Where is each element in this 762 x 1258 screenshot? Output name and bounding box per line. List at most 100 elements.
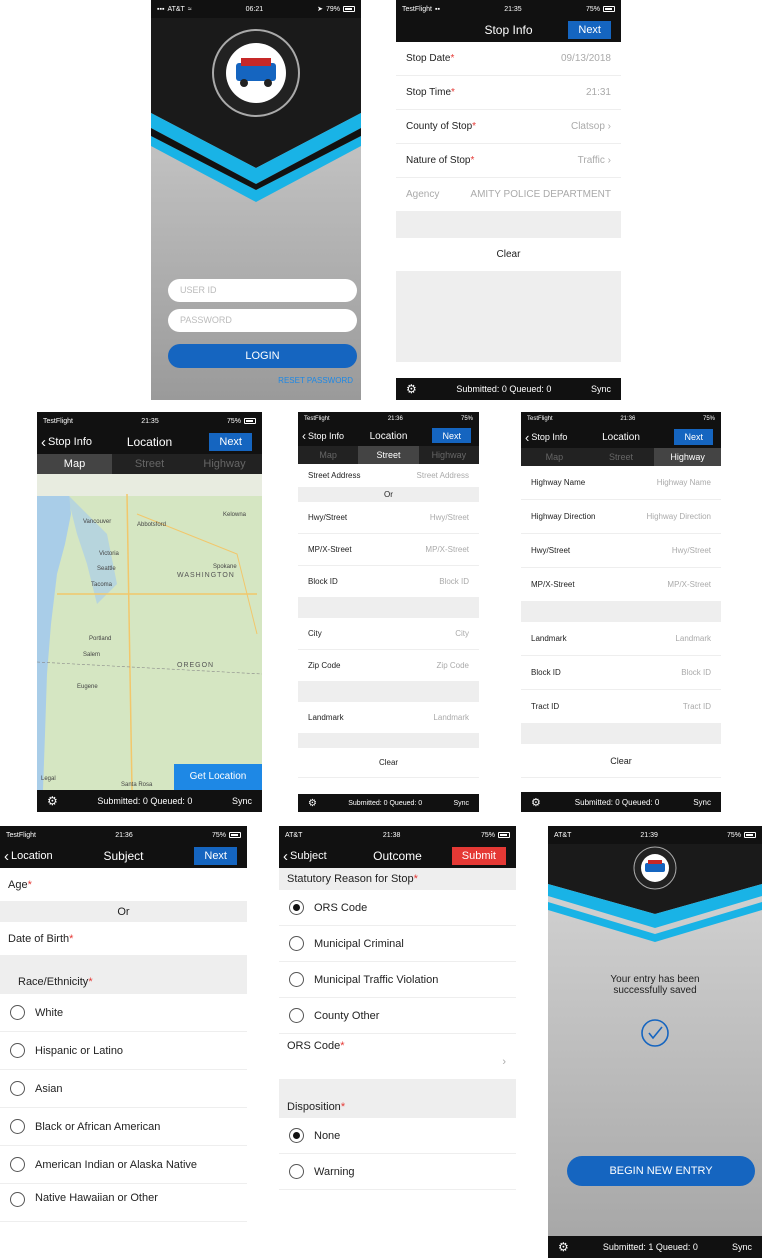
race-option[interactable]: Black or African American (0, 1108, 247, 1146)
mp-x-street-row[interactable]: MP/X-Street MP/X-Street (521, 568, 721, 602)
back-button[interactable]: ‹ Subject (283, 844, 327, 868)
next-button[interactable]: Next (432, 428, 471, 443)
sync-button[interactable]: Sync (693, 798, 711, 807)
tract-id-row[interactable]: Tract ID Tract ID (521, 690, 721, 724)
county-row[interactable]: County of Stop* Clatsop › (396, 110, 621, 144)
block-id-input[interactable]: Block ID (439, 577, 469, 586)
reason-option[interactable]: County Other (279, 998, 516, 1034)
landmark-row[interactable]: Landmark Landmark (521, 622, 721, 656)
radio-icon[interactable] (10, 1192, 25, 1207)
sync-button[interactable]: Sync (591, 384, 611, 394)
radio-selected-icon[interactable] (289, 900, 304, 915)
hwy-street-row[interactable]: Hwy/Street Hwy/Street (298, 502, 479, 534)
tab-street[interactable]: Street (588, 448, 655, 466)
block-id-input[interactable]: Block ID (681, 668, 711, 677)
ors-code-row[interactable]: ORS Code* › (279, 1034, 516, 1080)
hwy-street-row[interactable]: Hwy/Street Hwy/Street (521, 534, 721, 568)
street-address-row[interactable]: Street Address Street Address (298, 464, 479, 488)
radio-icon[interactable] (289, 1164, 304, 1179)
highway-direction-row[interactable]: Highway Direction Highway Direction (521, 500, 721, 534)
next-button[interactable]: Next (209, 433, 252, 451)
begin-new-entry-button[interactable]: BEGIN NEW ENTRY (567, 1156, 755, 1186)
reason-option[interactable]: ORS Code (279, 890, 516, 926)
mp-x-street-input[interactable]: MP/X-Street (425, 545, 469, 554)
radio-icon[interactable] (289, 1008, 304, 1023)
stop-time-row[interactable]: Stop Time* 21:31 (396, 76, 621, 110)
city-row[interactable]: City City (298, 618, 479, 650)
tab-highway[interactable]: Highway (419, 446, 479, 464)
reset-password-link[interactable]: RESET PASSWORD (278, 376, 353, 385)
race-option[interactable]: Hispanic or Latino (0, 1032, 247, 1070)
zip-code-input[interactable]: Zip Code (437, 661, 469, 670)
legal-link[interactable]: Legal (41, 776, 56, 782)
landmark-input[interactable]: Landmark (433, 713, 469, 722)
next-button[interactable]: Next (194, 847, 237, 865)
race-option[interactable]: Asian (0, 1070, 247, 1108)
city-input[interactable]: City (455, 629, 469, 638)
gear-icon[interactable]: ⚙ (47, 794, 58, 808)
get-location-button[interactable]: Get Location (174, 764, 262, 790)
tab-street[interactable]: Street (112, 454, 187, 474)
sync-button[interactable]: Sync (453, 800, 469, 807)
tab-street[interactable]: Street (358, 446, 419, 464)
radio-icon[interactable] (10, 1005, 25, 1020)
password-input[interactable]: PASSWORD (168, 309, 357, 332)
gear-icon[interactable]: ⚙ (308, 798, 317, 809)
clear-button[interactable]: Clear (298, 748, 479, 778)
radio-icon[interactable] (10, 1119, 25, 1134)
clear-button[interactable]: Clear (521, 744, 721, 778)
next-button[interactable]: Next (568, 21, 611, 39)
date-of-birth-row[interactable]: Date of Birth* (0, 922, 247, 956)
clear-button[interactable]: Clear (396, 238, 621, 272)
submit-button[interactable]: Submit (451, 847, 506, 865)
radio-icon[interactable] (10, 1081, 25, 1096)
disposition-option[interactable]: Warning (279, 1154, 516, 1190)
race-option[interactable]: White (0, 994, 247, 1032)
tab-highway[interactable]: Highway (654, 448, 721, 466)
highway-direction-input[interactable]: Highway Direction (647, 512, 711, 521)
stop-date-row[interactable]: Stop Date* 09/13/2018 (396, 42, 621, 76)
gear-icon[interactable]: ⚙ (558, 1240, 569, 1254)
gear-icon[interactable]: ⚙ (531, 796, 541, 809)
radio-icon[interactable] (10, 1043, 25, 1058)
radio-icon[interactable] (289, 936, 304, 951)
street-address-input[interactable]: Street Address (417, 471, 469, 480)
tab-map[interactable]: Map (521, 448, 588, 466)
tract-id-input[interactable]: Tract ID (683, 702, 711, 711)
tab-map[interactable]: Map (37, 454, 112, 474)
next-button[interactable]: Next (674, 429, 713, 445)
radio-icon[interactable] (10, 1157, 25, 1172)
reason-option[interactable]: Municipal Criminal (279, 926, 516, 962)
back-button[interactable]: ‹ Stop Info (302, 426, 344, 446)
landmark-row[interactable]: Landmark Landmark (298, 702, 479, 734)
back-button[interactable]: ‹ Location (4, 844, 53, 868)
user-id-input[interactable]: USER ID (168, 279, 357, 302)
mp-x-street-row[interactable]: MP/X-Street MP/X-Street (298, 534, 479, 566)
race-option[interactable]: Native Hawaiian or Other (0, 1184, 247, 1222)
tab-map[interactable]: Map (298, 446, 358, 464)
radio-selected-icon[interactable] (289, 1128, 304, 1143)
sync-button[interactable]: Sync (232, 796, 252, 806)
zip-code-row[interactable]: Zip Code Zip Code (298, 650, 479, 682)
login-button[interactable]: LOGIN (168, 344, 357, 368)
nature-row[interactable]: Nature of Stop* Traffic › (396, 144, 621, 178)
age-row[interactable]: Age* (0, 868, 247, 902)
highway-name-input[interactable]: Highway Name (657, 478, 711, 487)
gear-icon[interactable]: ⚙ (406, 382, 417, 396)
block-id-row[interactable]: Block ID Block ID (521, 656, 721, 690)
radio-icon[interactable] (289, 972, 304, 987)
disposition-option[interactable]: None (279, 1118, 516, 1154)
race-option[interactable]: American Indian or Alaska Native (0, 1146, 247, 1184)
tab-highway[interactable]: Highway (187, 454, 262, 474)
sync-button[interactable]: Sync (732, 1242, 752, 1252)
mp-x-street-input[interactable]: MP/X-Street (667, 580, 711, 589)
reason-option[interactable]: Municipal Traffic Violation (279, 962, 516, 998)
landmark-input[interactable]: Landmark (675, 634, 711, 643)
block-id-row[interactable]: Block ID Block ID (298, 566, 479, 598)
map-view[interactable]: Vancouver Abbotsford Kelowna Victoria Se… (37, 474, 262, 790)
hwy-street-input[interactable]: Hwy/Street (430, 513, 469, 522)
hwy-street-input[interactable]: Hwy/Street (672, 546, 711, 555)
highway-name-row[interactable]: Highway Name Highway Name (521, 466, 721, 500)
back-button[interactable]: ‹ Stop Info (525, 426, 567, 448)
back-button[interactable]: ‹ Stop Info (41, 430, 92, 454)
